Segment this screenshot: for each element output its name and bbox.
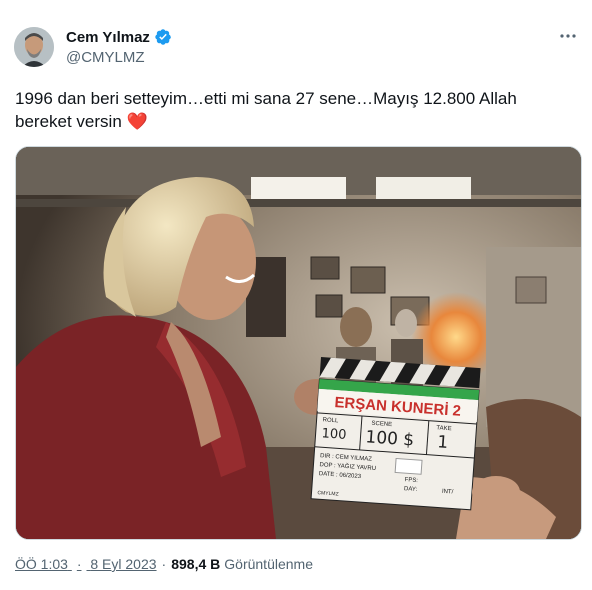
media-photo: ERŞAN KUNERİ 2 ROLL SCENE TAKE 100 100 $… — [16, 147, 581, 539]
clapper-fps: FPS: — [404, 477, 418, 484]
verified-badge-icon — [154, 28, 172, 46]
clapper-take: 1 — [437, 432, 449, 453]
views-label: Görüntülenme — [224, 556, 313, 572]
clapper-roll: 100 — [321, 426, 347, 443]
clapper-roll-label: ROLL — [322, 417, 339, 424]
clapper-int: INT/ — [442, 489, 454, 496]
avatar[interactable] — [14, 27, 54, 67]
tweet-time: ÖÖ 1:03 — [15, 556, 68, 572]
tweet-date: 8 Eyl 2023 — [90, 556, 157, 572]
tweet-timestamp[interactable]: ÖÖ 1:03 · 8 Eyl 2023 — [15, 556, 157, 572]
meta-separator: · — [76, 556, 82, 572]
clapperboard: ERŞAN KUNERİ 2 ROLL SCENE TAKE 100 100 $… — [310, 357, 481, 511]
clapper-day: DAY: — [404, 486, 418, 493]
avatar-image — [14, 27, 54, 67]
author-name[interactable]: Cem Yılmaz — [66, 29, 150, 46]
tweet-text: 1996 dan beri setteyim…etti mi sana 27 s… — [15, 87, 575, 133]
heart-emoji: ❤️ — [126, 112, 148, 131]
tweet-media[interactable]: ERŞAN KUNERİ 2 ROLL SCENE TAKE 100 100 $… — [15, 146, 582, 540]
author-handle[interactable]: @CMYLMZ — [66, 49, 172, 66]
meta-separator-2: · — [161, 556, 167, 572]
more-horizontal-icon[interactable] — [556, 26, 580, 46]
tweet-text-line-1: 1996 dan beri setteyim…etti mi sana 27 s… — [15, 89, 517, 108]
views-count[interactable]: 898,4 B — [171, 556, 220, 572]
tweet-meta: ÖÖ 1:03 · 8 Eyl 2023 · 898,4 B Görüntüle… — [15, 556, 313, 572]
tweet-text-line-2: bereket versin — [15, 112, 122, 131]
author-block: Cem Yılmaz @CMYLMZ — [66, 27, 172, 66]
clapper-scene: 100 $ — [365, 427, 415, 450]
tweet-card: Cem Yılmaz @CMYLMZ 1996 dan beri setteyi… — [0, 0, 592, 590]
clapper-take-label: TAKE — [436, 425, 452, 432]
